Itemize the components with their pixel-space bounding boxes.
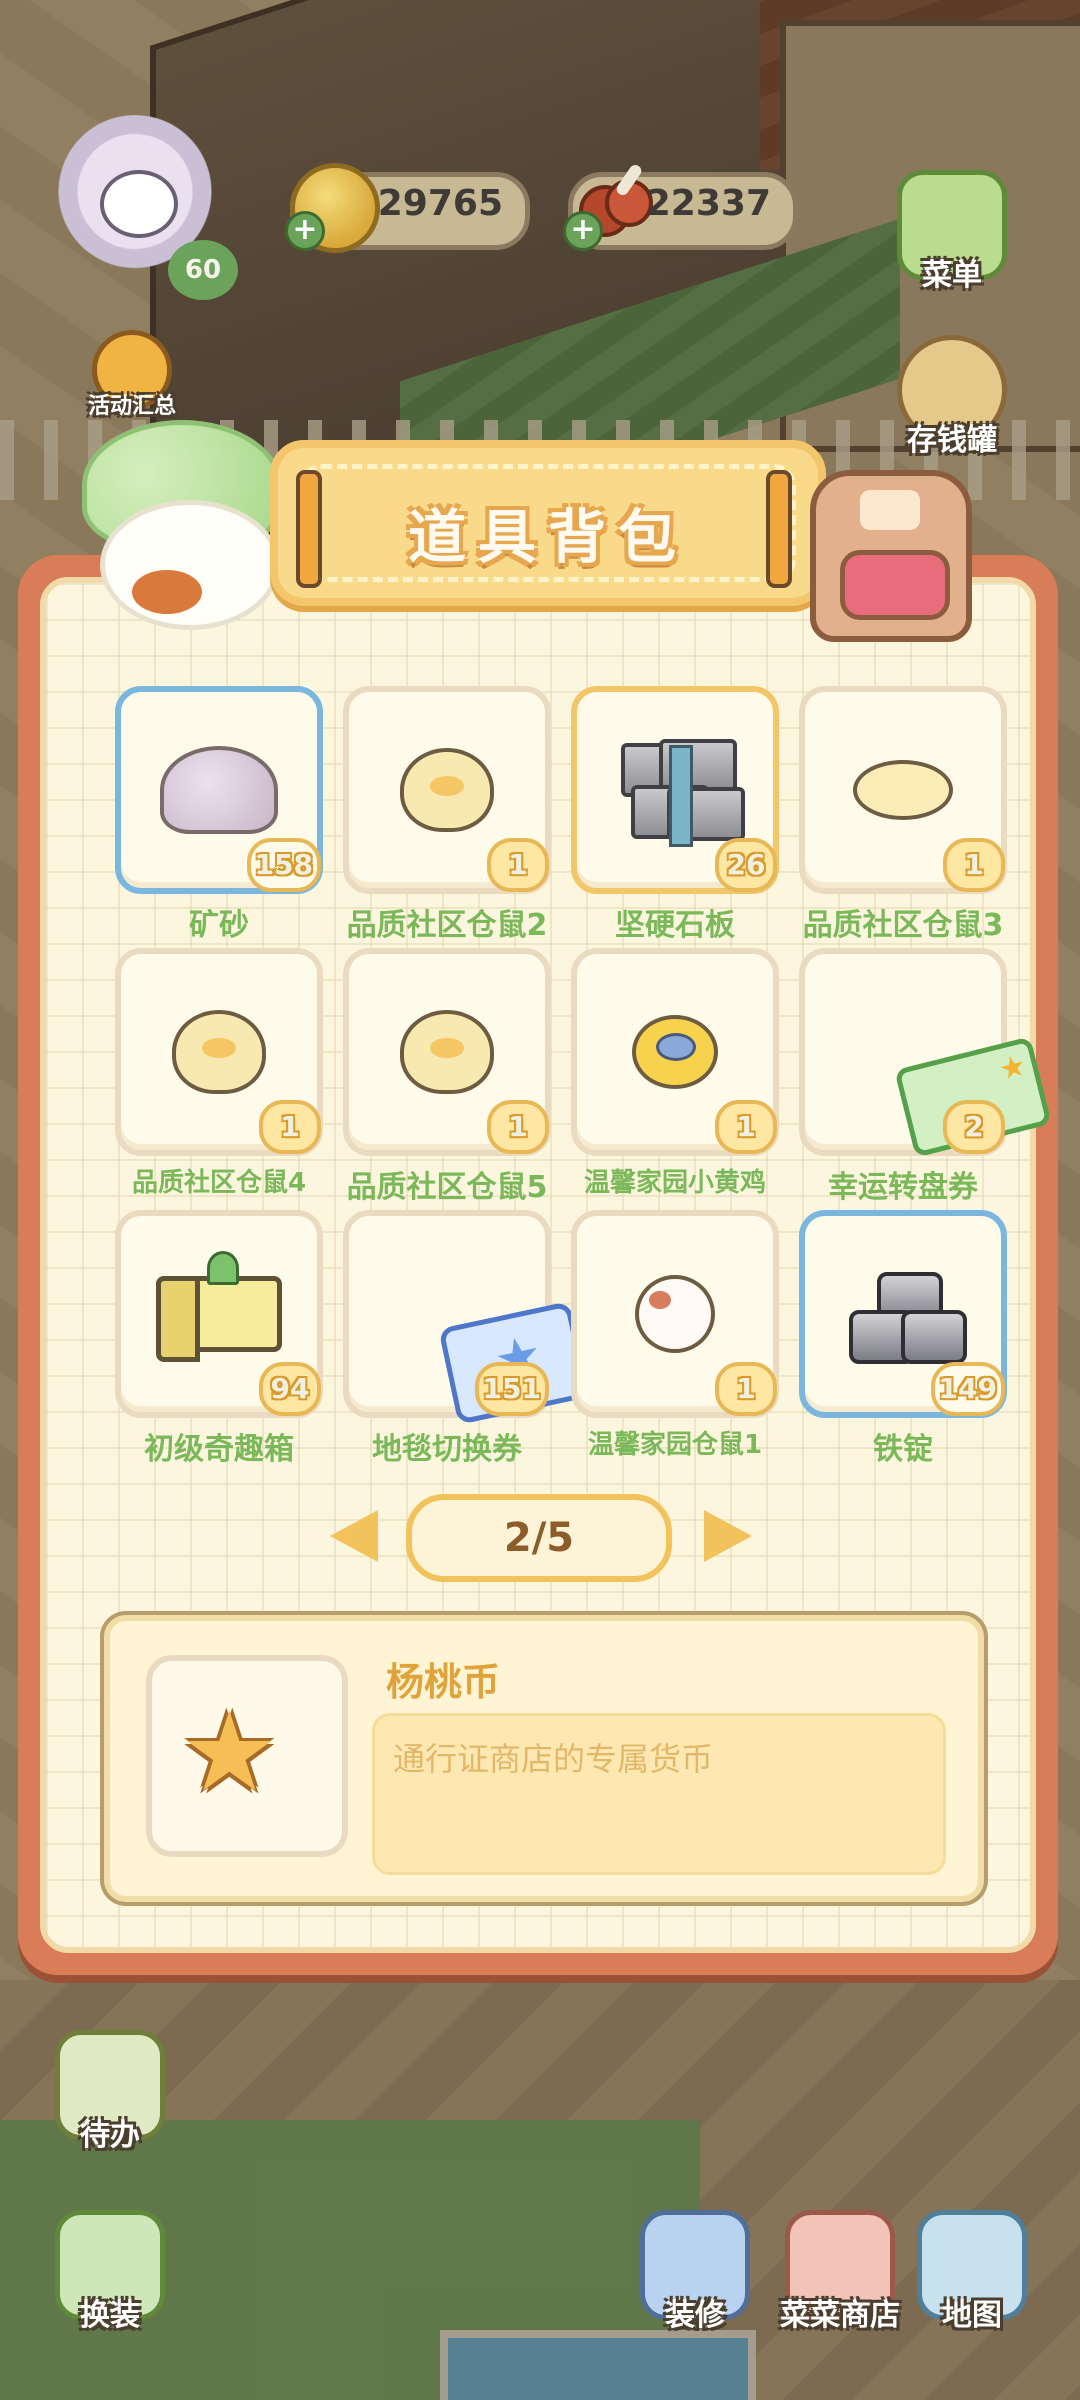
item-count-badge: 1 [715, 1362, 777, 1416]
item-name: 铁锭 [873, 1432, 933, 1467]
detail-description: 通行证商店的专属货币 [393, 1740, 714, 1778]
item-slot[interactable]: 158 矿砂 [105, 686, 333, 944]
item-name: 幸运转盘券 [828, 1170, 978, 1205]
item-slot[interactable]: 1 品质社区仓鼠4 [105, 948, 333, 1199]
item-name: 品质社区仓鼠3 [802, 908, 1004, 943]
item-count-badge: 1 [487, 838, 549, 892]
events-label: 活动汇总 [87, 394, 176, 419]
hamster-icon [400, 748, 494, 832]
meat-counter[interactable]: 22337 + [563, 162, 798, 251]
item-name: 矿砂 [189, 908, 249, 943]
item-name: 温馨家园小黄鸡 [583, 1168, 766, 1198]
decorate-label: 装修 [665, 2298, 725, 2333]
menu-label: 菜单 [922, 258, 982, 293]
dressup-label: 换装 [80, 2298, 140, 2333]
map-button[interactable]: 地图 [912, 2210, 1032, 2334]
item-slot[interactable]: 1 温馨家园小黄鸡 [561, 948, 789, 1199]
title-banner: 道具背包 [270, 440, 826, 606]
iron-ingot-icon [843, 1266, 967, 1364]
item-name: 品质社区仓鼠2 [346, 908, 548, 943]
item-card[interactable]: 149 [799, 1210, 1007, 1418]
hamster-icon [400, 1010, 494, 1094]
item-count-badge: 2 [943, 1100, 1005, 1154]
hamster-icon [172, 1010, 266, 1094]
item-name: 温馨家园仓鼠1 [587, 1430, 763, 1460]
item-count-badge: 149 [930, 1362, 1005, 1416]
stone-slab-icon [615, 735, 745, 847]
item-count-badge: 158 [246, 838, 321, 892]
item-name: 品质社区仓鼠5 [346, 1170, 548, 1205]
item-slot[interactable]: 1 品质社区仓鼠3 [789, 686, 1017, 944]
panel-title: 道具背包 [407, 503, 688, 571]
item-count-badge: 151 [474, 1362, 549, 1416]
item-count-badge: 1 [715, 1100, 777, 1154]
add-meat-button[interactable]: + [563, 211, 603, 251]
item-card[interactable]: 94 [115, 1210, 323, 1418]
item-count-badge: 1 [943, 838, 1005, 892]
coin-amount: 29765 [377, 183, 503, 224]
item-slot[interactable]: 94 初级奇趣箱 [105, 1210, 333, 1468]
item-card[interactable]: 2 [799, 948, 1052, 1158]
avatar-face [100, 170, 178, 238]
item-count-badge: 26 [715, 838, 777, 892]
item-card[interactable]: 1 [343, 686, 551, 894]
coin-counter[interactable]: 29765 + [285, 163, 530, 253]
todo-label: 待办 [80, 2118, 140, 2153]
cabbage-mascot [72, 420, 292, 630]
chick-icon [632, 1015, 718, 1089]
add-coins-button[interactable]: + [285, 211, 325, 251]
hamster-icon [635, 1275, 715, 1353]
menu-button[interactable]: 菜单 [892, 170, 1012, 294]
item-count-badge: 1 [487, 1100, 549, 1154]
item-name: 初级奇趣箱 [144, 1432, 294, 1467]
todo-button[interactable]: 待办 [50, 2030, 170, 2154]
item-card[interactable]: 1 [799, 686, 1007, 894]
item-card[interactable]: 1 [115, 948, 323, 1156]
detail-item-name: 杨桃币 [386, 1660, 501, 1704]
item-slot[interactable]: 1 温馨家园仓鼠1 [561, 1210, 789, 1461]
detail-thumbnail: ★ [146, 1655, 348, 1857]
decorate-button[interactable]: 装修 [635, 2210, 755, 2334]
item-count-badge: 1 [259, 1100, 321, 1154]
item-card[interactable]: 1 [571, 948, 779, 1156]
item-slot[interactable]: 1 品质社区仓鼠2 [333, 686, 561, 944]
item-card[interactable]: 151 [343, 1210, 590, 1425]
item-slot[interactable]: 1 品质社区仓鼠5 [333, 948, 561, 1206]
events-button[interactable]: 活动汇总 [72, 330, 192, 420]
meat-amount: 22337 [645, 183, 771, 224]
dressup-button[interactable]: 换装 [50, 2210, 170, 2334]
level-badge: 60 [168, 240, 238, 300]
item-slot[interactable]: 151 地毯切换券 [333, 1210, 590, 1468]
map-label: 地图 [942, 2298, 1002, 2333]
shop-button[interactable]: 菜菜商店 [770, 2210, 910, 2334]
detail-description-box: 通行证商店的专属货币 [372, 1713, 946, 1875]
item-card[interactable]: 1 [571, 1210, 779, 1418]
starfruit-coin-icon: ★ [180, 1688, 279, 1816]
item-card[interactable]: 158 [115, 686, 323, 894]
page-indicator: 2/5 [406, 1494, 672, 1582]
item-name: 品质社区仓鼠4 [131, 1168, 307, 1198]
hamster-icon [853, 760, 953, 820]
ore-sand-icon [160, 746, 278, 834]
fun-box-icon [156, 1251, 282, 1362]
item-slot[interactable]: 2 幸运转盘券 [789, 948, 1052, 1206]
shop-label: 菜菜商店 [780, 2298, 900, 2333]
banner-rod-left [296, 470, 322, 588]
prev-page-arrow-icon[interactable] [330, 1510, 378, 1562]
banner-rod-right [766, 470, 792, 588]
item-slot[interactable]: 149 铁锭 [789, 1210, 1017, 1468]
item-slot[interactable]: 26 坚硬石板 [561, 686, 789, 944]
item-card[interactable]: 26 [571, 686, 779, 894]
item-name: 地毯切换券 [372, 1432, 522, 1467]
backpack-icon [800, 440, 980, 642]
next-page-arrow-icon[interactable] [704, 1510, 752, 1562]
item-card[interactable]: 1 [343, 948, 551, 1156]
item-detail-box: ★ 杨桃币 通行证商店的专属货币 [104, 1615, 984, 1902]
item-count-badge: 94 [259, 1362, 321, 1416]
item-name: 坚硬石板 [615, 908, 735, 943]
